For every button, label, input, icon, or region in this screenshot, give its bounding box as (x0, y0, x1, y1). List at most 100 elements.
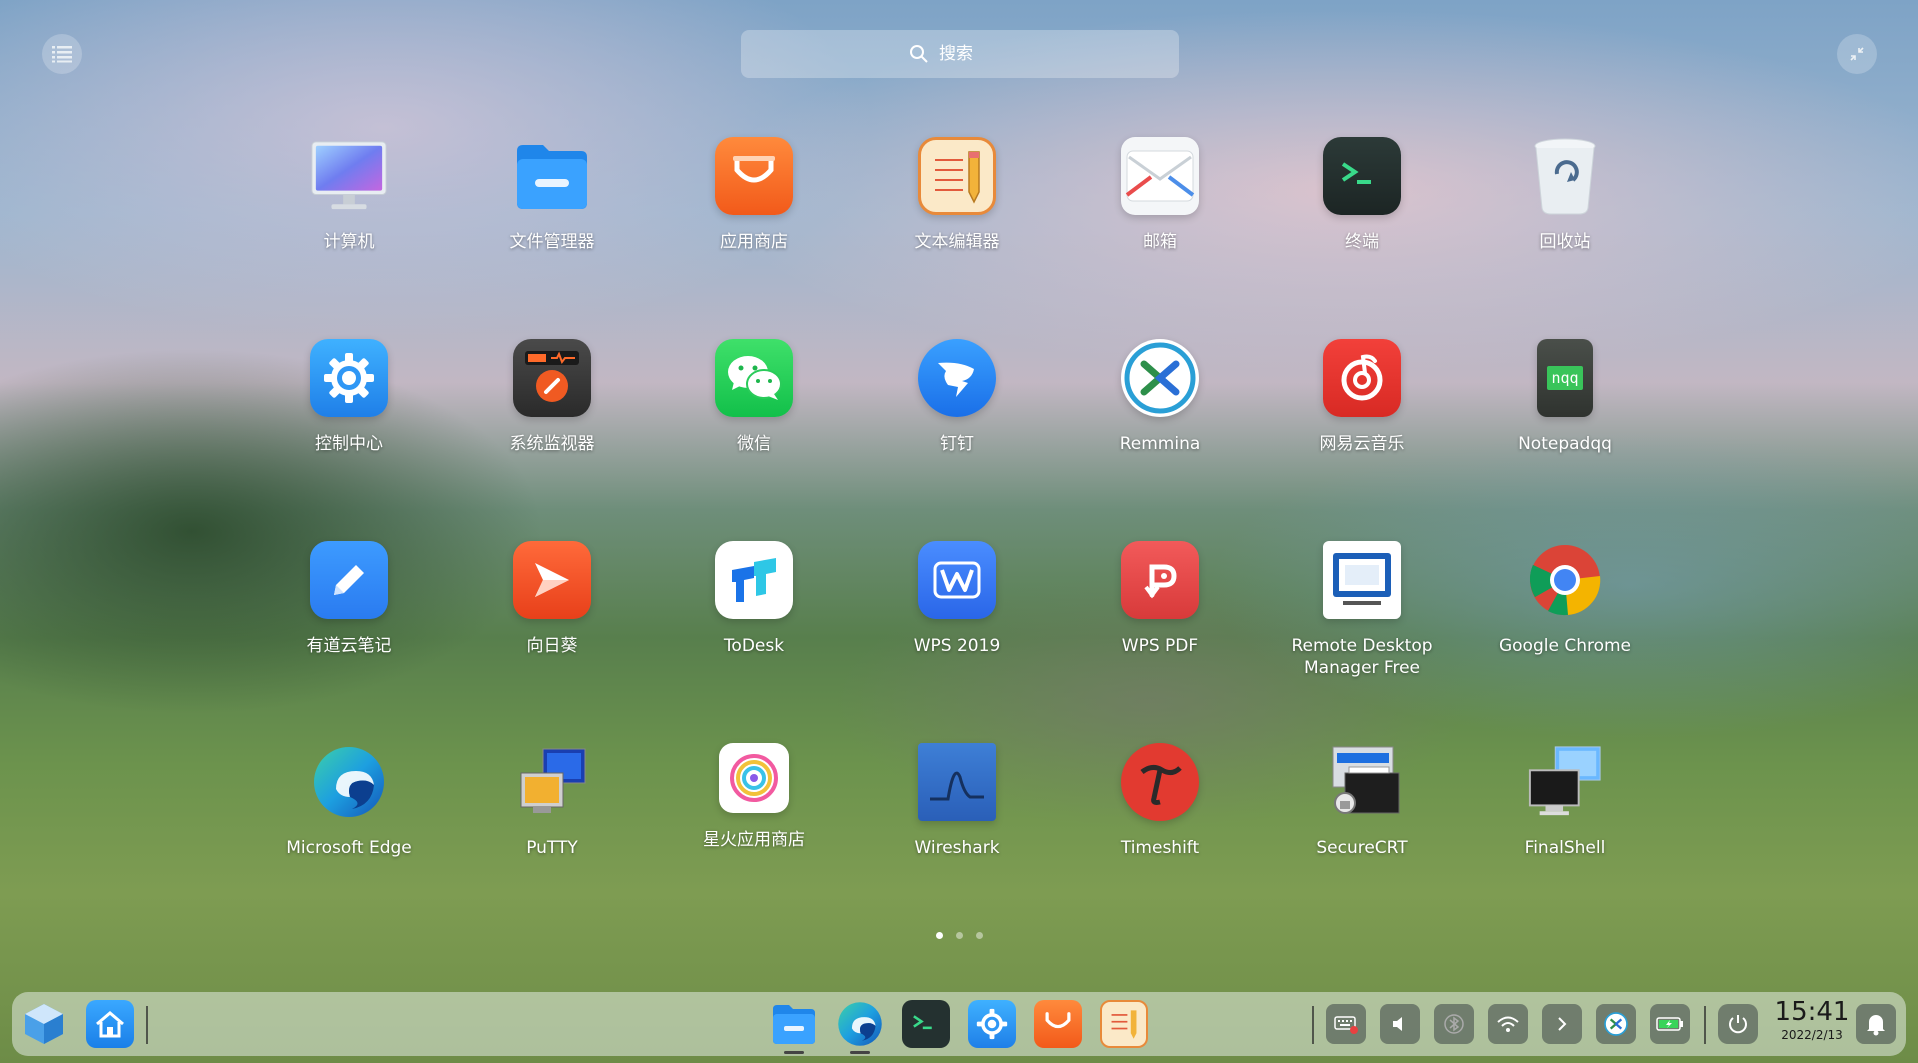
app-label: 微信 (737, 434, 771, 454)
app-system-monitor[interactable]: 系统监视器 (457, 339, 647, 489)
app-securecrt[interactable]: SecureCRT (1267, 743, 1457, 893)
tray-power[interactable] (1718, 1004, 1758, 1044)
chrome-icon (1526, 541, 1604, 619)
app-label: ToDesk (723, 636, 785, 656)
terminal-icon (902, 1000, 950, 1048)
chevron-right-icon (1558, 1017, 1567, 1031)
page-dot-3[interactable] (976, 932, 983, 939)
app-notepadqq[interactable]: nqq Notepadqq (1470, 339, 1660, 489)
app-google-chrome[interactable]: Google Chrome (1470, 541, 1660, 691)
app-remmina[interactable]: Remmina (1065, 339, 1255, 489)
remote-desktop-icon (1323, 541, 1401, 619)
tray-bluetooth[interactable] (1434, 1004, 1474, 1044)
tray-keyboard[interactable] (1326, 1004, 1366, 1044)
terminal-icon (1323, 137, 1401, 215)
app-label: 向日葵 (526, 636, 578, 656)
mail-icon (1121, 137, 1199, 215)
app-netease-music[interactable]: 网易云音乐 (1267, 339, 1457, 489)
app-timeshift[interactable]: Timeshift (1065, 743, 1255, 893)
securecrt-icon (1323, 743, 1401, 821)
app-sunlogin[interactable]: 向日葵 (457, 541, 647, 691)
view-toggle-button[interactable] (42, 34, 82, 74)
app-wireshark[interactable]: Wireshark (862, 743, 1052, 893)
running-indicator (850, 1051, 870, 1054)
dock-app-store[interactable] (1034, 1000, 1082, 1048)
page-dot-2[interactable] (956, 932, 963, 939)
tray-wifi[interactable] (1488, 1004, 1528, 1044)
dock-file-manager[interactable] (770, 1000, 818, 1054)
keyboard-icon (1334, 1016, 1358, 1034)
clock[interactable]: 15:41 2022/2/13 (1772, 996, 1852, 1042)
wps-icon (918, 541, 996, 619)
app-terminal[interactable]: 终端 (1267, 137, 1457, 287)
dock-home[interactable] (86, 1000, 134, 1048)
app-label: 星火应用商店 (703, 830, 805, 850)
remmina-icon (1604, 1012, 1628, 1036)
dock: 15:41 2022/2/13 (12, 992, 1906, 1056)
launcher-cube-icon (25, 1004, 63, 1044)
app-label: 文本编辑器 (914, 232, 1000, 252)
page-dot-1[interactable] (936, 932, 943, 939)
app-file-manager[interactable]: 文件管理器 (457, 137, 647, 287)
app-youdao-note[interactable]: 有道云笔记 (254, 541, 444, 691)
trash-icon (1526, 137, 1604, 215)
app-label: FinalShell (1524, 838, 1606, 858)
app-wps[interactable]: WPS 2019 (862, 541, 1052, 691)
app-microsoft-edge[interactable]: Microsoft Edge (254, 743, 444, 893)
dock-control-center[interactable] (968, 1000, 1016, 1048)
list-icon (52, 46, 72, 63)
timeshift-icon (1121, 743, 1199, 821)
tray-volume[interactable] (1380, 1004, 1420, 1044)
dock-separator (1704, 1006, 1706, 1044)
bell-icon (1867, 1015, 1885, 1036)
app-dingtalk[interactable]: 钉钉 (862, 339, 1052, 489)
volume-icon (1393, 1017, 1402, 1031)
dock-edge[interactable] (836, 1000, 884, 1054)
wechat-icon (715, 339, 793, 417)
tray-notifications[interactable] (1856, 1004, 1896, 1044)
app-todesk[interactable]: ToDesk (659, 541, 849, 691)
app-finalshell[interactable]: FinalShell (1470, 743, 1660, 893)
app-label: PuTTY (526, 838, 578, 858)
exit-fullscreen-button[interactable] (1837, 34, 1877, 74)
battery-icon (1656, 1017, 1683, 1031)
text-editor-icon (918, 137, 996, 215)
control-center-icon (968, 1000, 1016, 1048)
dock-separator (146, 1006, 148, 1044)
clock-time: 15:41 (1774, 997, 1850, 1027)
tray-expand[interactable] (1542, 1004, 1582, 1044)
app-mail[interactable]: 邮箱 (1065, 137, 1255, 287)
youdao-note-icon (310, 541, 388, 619)
app-trash[interactable]: 回收站 (1470, 137, 1660, 287)
app-putty[interactable]: PuTTY (457, 743, 647, 893)
dock-text-editor[interactable] (1100, 1000, 1148, 1048)
app-text-editor[interactable]: 文本编辑器 (862, 137, 1052, 287)
app-wechat[interactable]: 微信 (659, 339, 849, 489)
app-label: 有道云笔记 (306, 636, 392, 656)
tray-remmina[interactable] (1596, 1004, 1636, 1044)
app-spark-store[interactable]: 星火应用商店 (659, 743, 849, 893)
app-label: 邮箱 (1143, 232, 1177, 252)
app-label: 终端 (1345, 232, 1379, 252)
app-app-store[interactable]: 应用商店 (659, 137, 849, 287)
app-remote-desktop-manager[interactable]: Remote Desktop Manager Free (1267, 541, 1457, 691)
edge-icon (838, 1002, 882, 1046)
search-input[interactable] (937, 43, 1011, 65)
search-bar[interactable] (741, 30, 1179, 78)
app-label: 控制中心 (315, 434, 383, 454)
tray-battery[interactable] (1650, 1004, 1690, 1044)
app-label: Notepadqq (1518, 434, 1612, 454)
app-label: Remote Desktop Manager Free (1291, 636, 1433, 678)
dock-launcher[interactable] (20, 1000, 68, 1048)
app-wps-pdf[interactable]: WPS PDF (1065, 541, 1255, 691)
app-store-icon (1034, 1000, 1082, 1048)
spark-store-icon (719, 743, 789, 813)
putty-icon (513, 743, 591, 821)
app-control-center[interactable]: 控制中心 (254, 339, 444, 489)
app-label: 文件管理器 (509, 232, 595, 252)
app-computer[interactable]: 计算机 (254, 137, 444, 287)
finalshell-icon (1526, 743, 1604, 821)
app-label: 计算机 (323, 232, 375, 252)
app-store-icon (715, 137, 793, 215)
dock-terminal[interactable] (902, 1000, 950, 1048)
